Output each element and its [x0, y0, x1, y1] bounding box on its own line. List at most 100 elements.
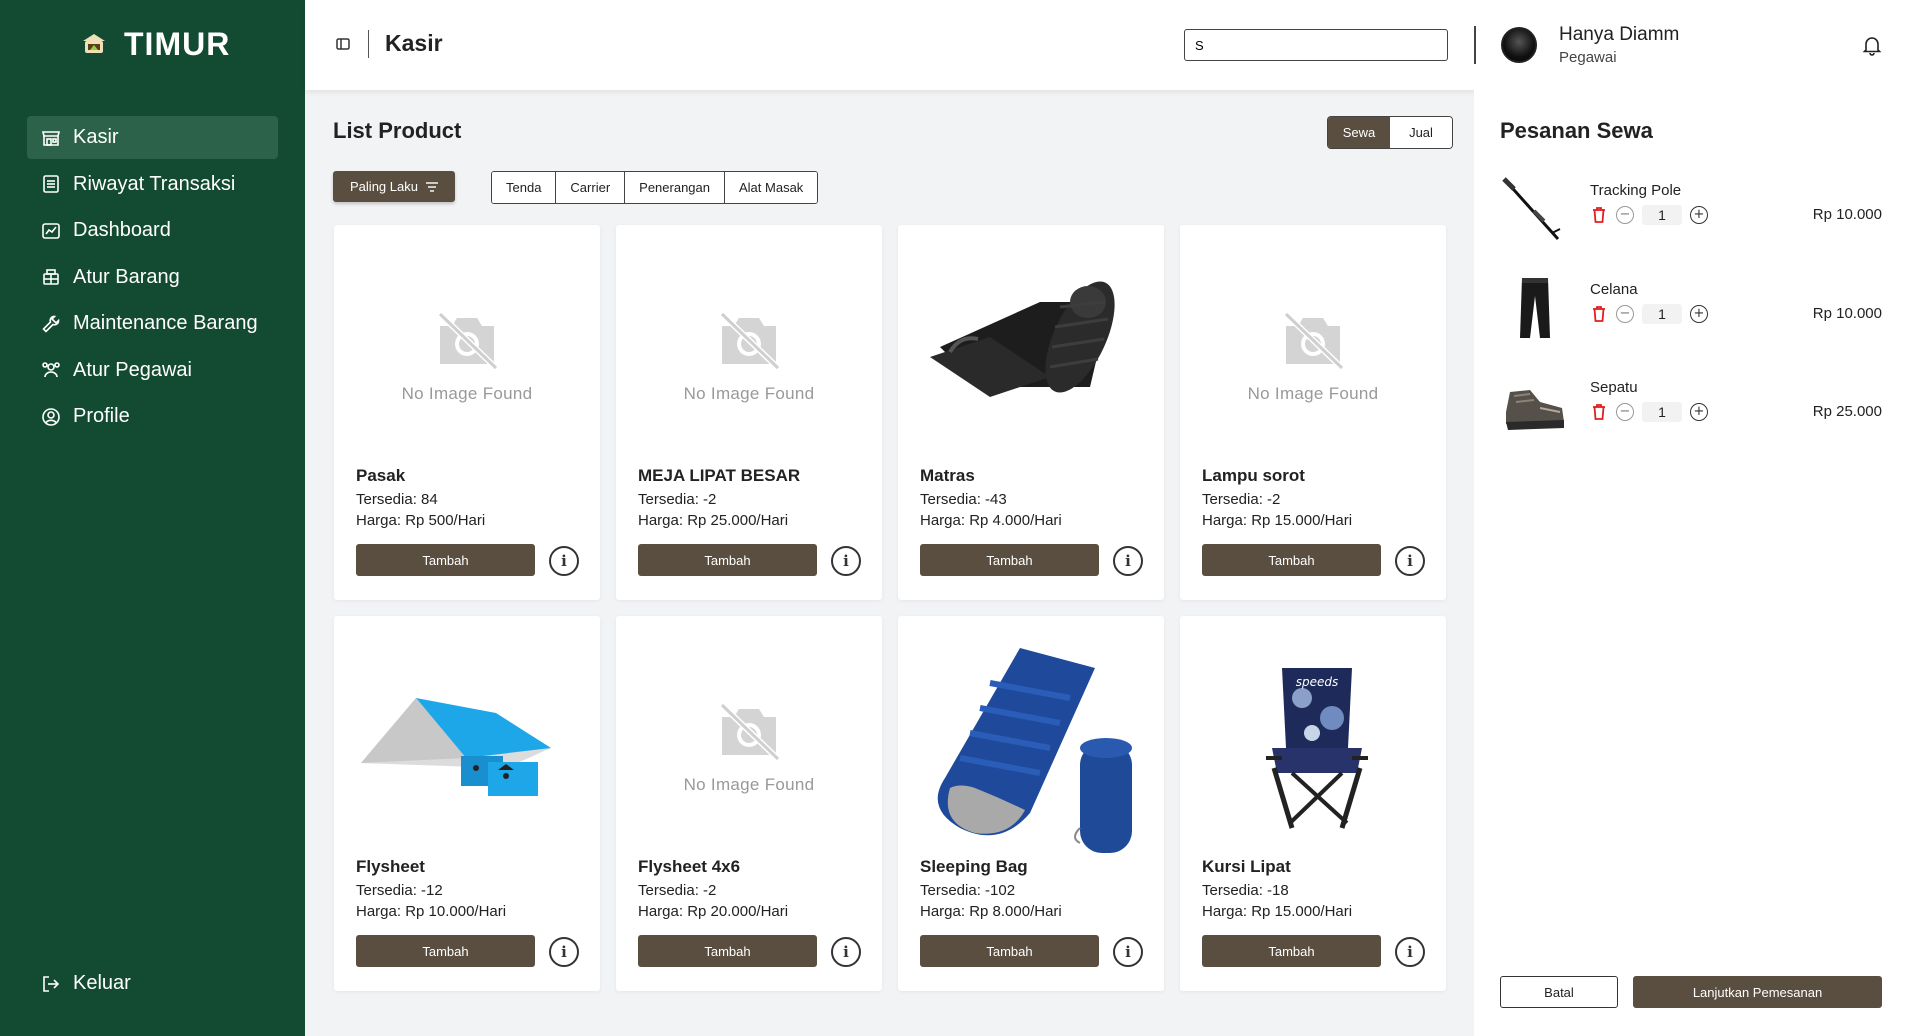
info-icon[interactable]: i	[549, 937, 579, 967]
search-input[interactable]	[1184, 29, 1448, 61]
no-image-placeholder: No Image Found	[684, 703, 815, 795]
add-button[interactable]: Tambah	[1202, 544, 1381, 576]
add-button[interactable]: Tambah	[356, 935, 535, 967]
product-stock: Tersedia: -18	[1202, 882, 1289, 899]
product-card: Sleeping Bag Tersedia: -102 Harga: Rp 8.…	[898, 616, 1164, 991]
order-item: Tracking Pole − 1 + Rp 10.000	[1500, 175, 1882, 255]
info-icon[interactable]: i	[1113, 937, 1143, 967]
product-image: No Image Found	[1202, 247, 1424, 469]
decrease-qty-button[interactable]: −	[1616, 403, 1634, 421]
sidebar-item-riwayat-transaksi[interactable]: Riwayat Transaksi	[27, 163, 278, 206]
user-name: Hanya Diamm	[1559, 24, 1680, 45]
add-button[interactable]: Tambah	[920, 935, 1099, 967]
store-icon	[41, 128, 61, 148]
trash-icon[interactable]	[1590, 305, 1608, 323]
increase-qty-button[interactable]: +	[1690, 305, 1708, 323]
add-button[interactable]: Tambah	[356, 544, 535, 576]
increase-qty-button[interactable]: +	[1690, 206, 1708, 224]
logout-icon	[43, 975, 60, 992]
no-image-text: No Image Found	[1247, 384, 1379, 403]
order-item: Sepatu − 1 + Rp 25.000	[1500, 372, 1882, 452]
sidebar-item-dashboard[interactable]: Dashboard	[27, 209, 278, 252]
header-divider	[368, 30, 369, 58]
product-stock: Tersedia: 84	[356, 491, 438, 508]
sidebar-item-atur-barang[interactable]: Atur Barang	[27, 256, 278, 299]
info-icon[interactable]: i	[549, 546, 579, 576]
decrease-qty-button[interactable]: −	[1616, 206, 1634, 224]
brand[interactable]: TIMUR	[80, 26, 230, 63]
info-icon[interactable]: i	[1395, 546, 1425, 576]
category-alat-masak[interactable]: Alat Masak	[725, 172, 818, 203]
product-stock: Tersedia: -2	[638, 491, 717, 508]
bell-icon[interactable]	[1861, 34, 1883, 56]
category-tenda[interactable]: Tenda	[492, 172, 557, 203]
product-card: No Image Found Pasak Tersedia: 84 Harga:…	[334, 225, 600, 600]
cancel-button[interactable]: Batal	[1500, 976, 1618, 1008]
sidebar-nav: Kasir Riwayat Transaksi Dashboard Atur B…	[27, 116, 278, 442]
product-price: Harga: Rp 25.000/Hari	[638, 512, 789, 529]
no-image-placeholder: No Image Found	[684, 312, 815, 404]
info-icon[interactable]: i	[1113, 546, 1143, 576]
no-image-placeholder: No Image Found	[1248, 312, 1379, 404]
sidebar-item-kasir[interactable]: Kasir	[27, 116, 278, 159]
chart-icon	[41, 221, 61, 241]
product-name: Flysheet 4x6	[638, 857, 741, 876]
trash-icon[interactable]	[1590, 403, 1608, 421]
add-button[interactable]: Tambah	[638, 544, 817, 576]
sidebar-item-label: Maintenance Barang	[73, 312, 258, 334]
info-icon[interactable]: i	[831, 546, 861, 576]
mat-image	[930, 281, 1115, 397]
sidebar-toggle-icon[interactable]	[335, 36, 351, 52]
logout-button[interactable]: Keluar	[41, 972, 131, 995]
add-button[interactable]: Tambah	[920, 544, 1099, 576]
product-price: Harga: Rp 4.000/Hari	[920, 512, 1062, 529]
no-image-text: No Image Found	[683, 384, 815, 403]
sidebar-item-atur-pegawai[interactable]: Atur Pegawai	[27, 349, 278, 392]
order-item-controls: − 1 +	[1590, 205, 1708, 225]
mode-jual-button[interactable]: Jual	[1390, 117, 1452, 148]
add-button[interactable]: Tambah	[1202, 935, 1381, 967]
product-price: Harga: Rp 20.000/Hari	[638, 903, 789, 920]
avatar[interactable]	[1501, 27, 1537, 63]
info-icon[interactable]: i	[1395, 937, 1425, 967]
sidebar-item-maintenance-barang[interactable]: Maintenance Barang	[27, 302, 278, 345]
camera-off-icon	[1283, 312, 1345, 370]
product-image	[356, 638, 578, 860]
order-item-price: Rp 25.000	[1812, 403, 1882, 420]
sidebar-item-label: Atur Barang	[73, 265, 180, 288]
category-penerangan[interactable]: Penerangan	[625, 172, 725, 203]
product-card: Matras Tersedia: -43 Harga: Rp 4.000/Har…	[898, 225, 1164, 600]
topbar: Kasir Hanya Diamm Pegawai	[305, 0, 1908, 90]
product-name: Lampu sorot	[1202, 466, 1305, 485]
product-stock: Tersedia: -2	[638, 882, 717, 899]
increase-qty-button[interactable]: +	[1690, 403, 1708, 421]
sidebar-item-profile[interactable]: Profile	[27, 395, 278, 438]
product-image	[920, 638, 1142, 860]
receipt-icon	[41, 174, 61, 194]
trash-icon[interactable]	[1590, 206, 1608, 224]
category-carrier[interactable]: Carrier	[556, 172, 626, 203]
mode-sewa-button[interactable]: Sewa	[1328, 117, 1390, 148]
order-item-controls: − 1 +	[1590, 402, 1708, 422]
chair-image: speeds	[1266, 668, 1368, 829]
product-price: Harga: Rp 10.000/Hari	[356, 903, 507, 920]
continue-order-button[interactable]: Lanjutkan Pemesanan	[1633, 976, 1882, 1008]
filter-icon	[425, 181, 438, 192]
product-card: speeds Kursi Lipat Tersedia: -18 Harga: …	[1180, 616, 1446, 991]
decrease-qty-button[interactable]: −	[1616, 305, 1634, 323]
sidebar-item-label: Dashboard	[73, 219, 171, 241]
box-icon	[41, 267, 61, 287]
product-price: Harga: Rp 15.000/Hari	[1202, 903, 1353, 920]
order-item: Celana − 1 + Rp 10.000	[1500, 274, 1882, 354]
sort-button[interactable]: Paling Laku	[333, 171, 455, 202]
order-panel: Pesanan Sewa Tracking Pole − 1 + Rp 10.0…	[1474, 90, 1908, 1036]
add-button[interactable]: Tambah	[638, 935, 817, 967]
product-stock: Tersedia: -2	[1202, 491, 1281, 508]
flysheet-image	[361, 698, 551, 796]
product-area: List Product Sewa Jual Paling Laku Tenda…	[305, 90, 1474, 1036]
shoe-image	[1506, 390, 1564, 430]
product-stock: Tersedia: -12	[356, 882, 443, 899]
sidebar-item-label: Kasir	[73, 126, 119, 148]
info-icon[interactable]: i	[831, 937, 861, 967]
sidebar-item-label: Profile	[73, 405, 130, 427]
